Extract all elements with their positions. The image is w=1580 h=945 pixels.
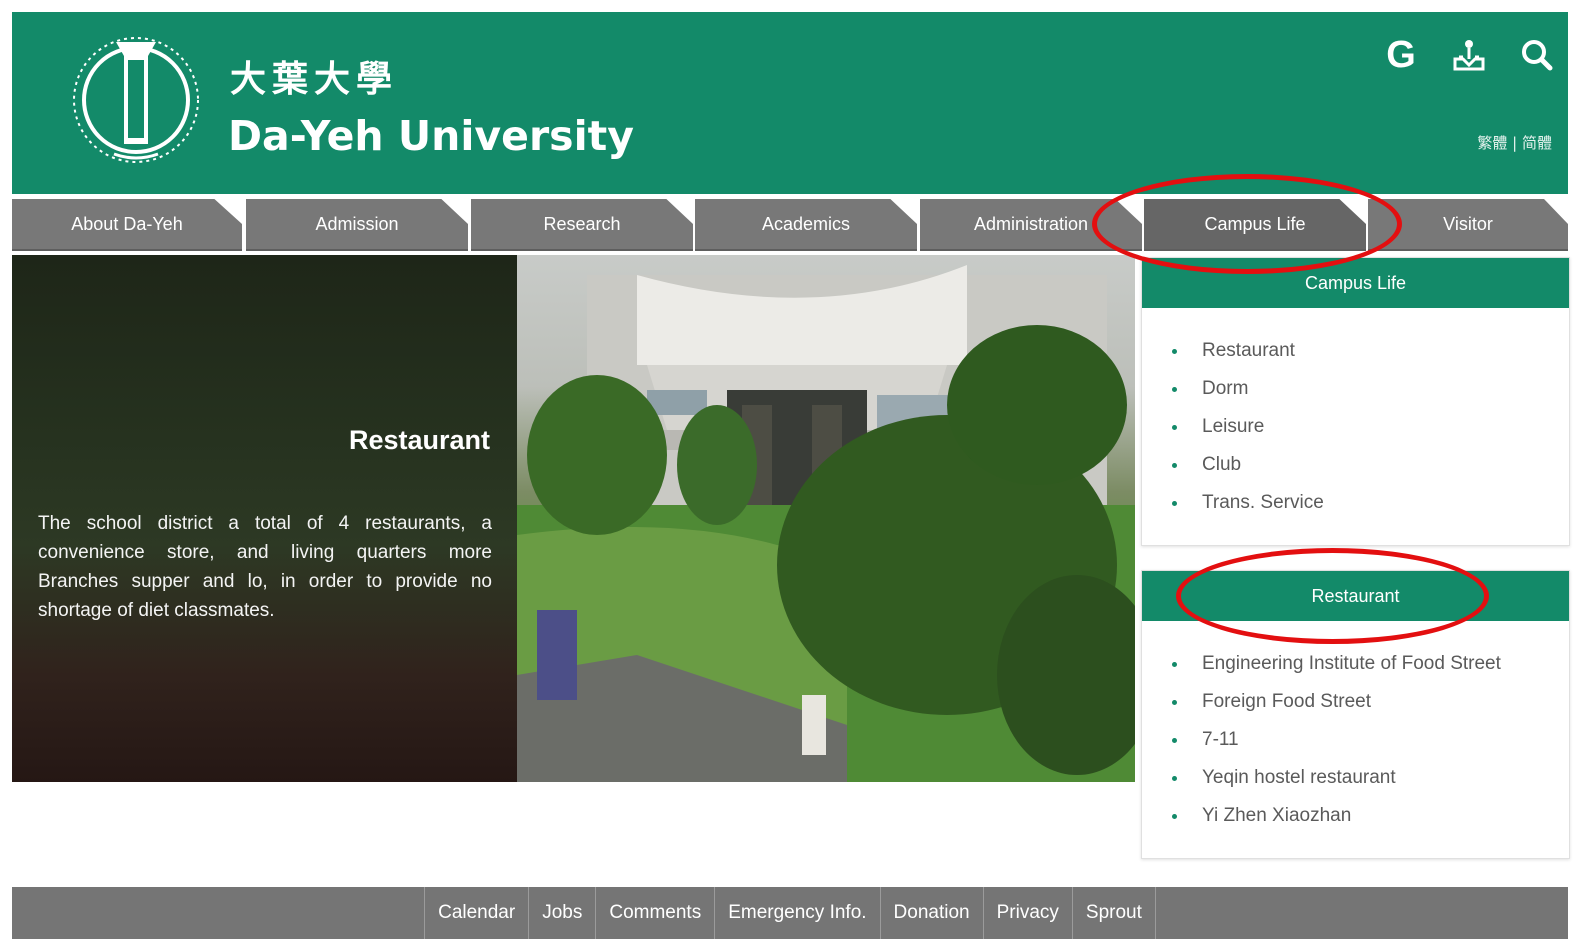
university-name-english[interactable]: Da-Yeh University	[228, 112, 634, 160]
campus-life-list: Restaurant Dorm Leisure Club Trans. Serv…	[1142, 308, 1569, 522]
nav-tab-visitor[interactable]: Visitor	[1368, 199, 1568, 251]
accessibility-icon[interactable]	[1444, 30, 1494, 80]
restaurant-list: Engineering Institute of Food Street For…	[1142, 621, 1569, 835]
nav-tab-research[interactable]: Research	[471, 199, 693, 251]
campus-life-item-trans-service[interactable]: Trans. Service	[1168, 484, 1569, 522]
restaurant-item-yi-zhen[interactable]: Yi Zhen Xiaozhan	[1168, 797, 1569, 835]
hero-description: The school district a total of 4 restaur…	[38, 513, 492, 621]
campus-life-panel: Campus Life Restaurant Dorm Leisure Club…	[1141, 257, 1570, 546]
nav-tab-admission[interactable]: Admission	[246, 199, 468, 251]
campus-life-panel-title: Campus Life	[1142, 258, 1569, 308]
footer-link-jobs[interactable]: Jobs	[529, 887, 597, 939]
google-translate-icon[interactable]: G	[1376, 30, 1426, 80]
restaurant-panel-title: Restaurant	[1142, 571, 1569, 621]
footer-link-comments[interactable]: Comments	[596, 887, 716, 939]
university-logo[interactable]	[70, 34, 202, 166]
hero-title: Restaurant	[348, 425, 490, 455]
campus-life-item-club[interactable]: Club	[1168, 446, 1569, 484]
language-switch[interactable]: 繁體 | 简體	[1477, 132, 1552, 153]
restaurant-panel: Restaurant Engineering Institute of Food…	[1141, 570, 1570, 859]
nav-tab-administration[interactable]: Administration	[920, 199, 1142, 251]
campus-life-item-restaurant[interactable]: Restaurant	[1168, 332, 1569, 370]
university-name-chinese: 大葉大學	[230, 58, 399, 100]
footer-link-donation[interactable]: Donation	[881, 887, 984, 939]
hero-campus-photo	[517, 255, 1135, 782]
footer-link-calendar[interactable]: Calendar	[424, 887, 530, 939]
site-header: 大葉大學 Da-Yeh University G 繁體 | 简體	[12, 12, 1568, 194]
footer-link-emergency-info[interactable]: Emergency Info.	[715, 887, 881, 939]
restaurant-item-food-street[interactable]: Engineering Institute of Food Street	[1168, 645, 1569, 683]
campus-life-item-dorm[interactable]: Dorm	[1168, 370, 1569, 408]
main-nav: About Da-Yeh Admission Research Academic…	[12, 199, 1568, 251]
campus-life-item-leisure[interactable]: Leisure	[1168, 408, 1569, 446]
restaurant-item-7-11[interactable]: 7-11	[1168, 721, 1569, 759]
footer-links: Calendar Jobs Comments Emergency Info. D…	[12, 887, 1568, 939]
footer-link-privacy[interactable]: Privacy	[984, 887, 1073, 939]
hero-banner: Restaurant The school district a total o…	[12, 255, 1135, 782]
footer-link-sprout[interactable]: Sprout	[1073, 887, 1156, 939]
restaurant-item-yeqin-hostel[interactable]: Yeqin hostel restaurant	[1168, 759, 1569, 797]
nav-tab-academics[interactable]: Academics	[695, 199, 917, 251]
restaurant-item-foreign-food-street[interactable]: Foreign Food Street	[1168, 683, 1569, 721]
nav-tab-about[interactable]: About Da-Yeh	[12, 199, 242, 251]
search-icon[interactable]	[1512, 30, 1562, 80]
nav-tab-campus-life[interactable]: Campus Life	[1144, 199, 1366, 251]
